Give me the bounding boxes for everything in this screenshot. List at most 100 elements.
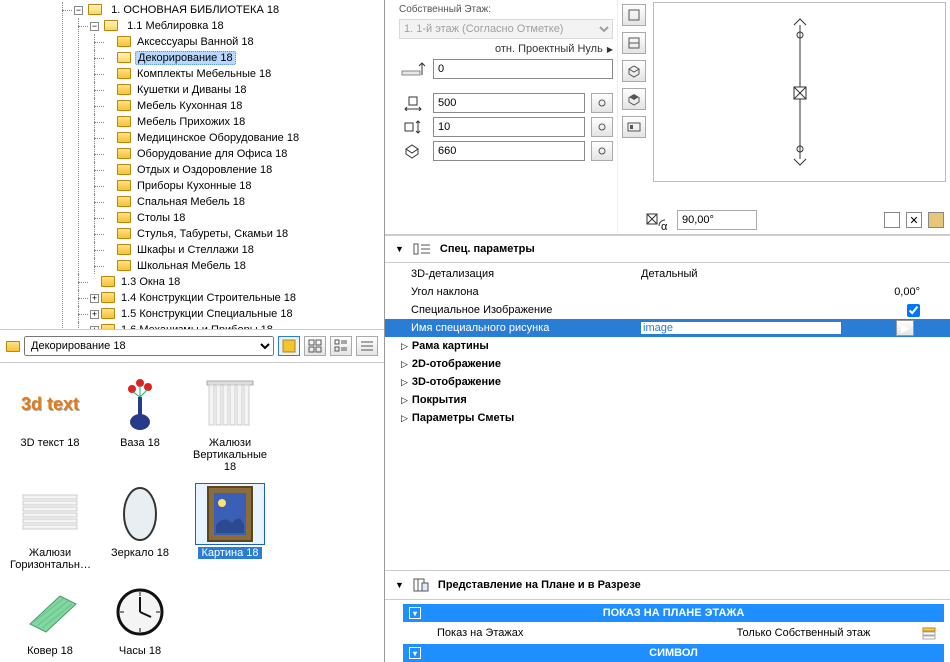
folder-icon [117, 68, 131, 79]
folder-icon [117, 164, 131, 175]
param-angle[interactable]: Угол наклона 0,00° [385, 283, 950, 301]
tree-root[interactable]: − 1. ОСНОВНАЯ БИБЛИОТЕКА 18 − 1.1 Меблир… [74, 2, 384, 330]
expander-3d[interactable]: ▷3D-отображение [385, 373, 950, 391]
view-list-button[interactable] [356, 336, 378, 356]
plan-header-symbol[interactable]: ▾ СИМВОЛ [403, 644, 944, 662]
tree-item[interactable]: +1.6 Механизмы и Приборы 18 [90, 322, 384, 330]
expander-frame[interactable]: ▷Рама картины [385, 337, 950, 355]
tree-item[interactable]: Отдых и Оздоровление 18 [106, 162, 384, 178]
dim-z-row [399, 59, 613, 79]
thumb-vase[interactable]: Ваза 18 [98, 371, 182, 475]
collapse-icon[interactable]: − [90, 22, 99, 31]
dim-w-input[interactable] [433, 93, 585, 113]
thumb-carpet[interactable]: Ковер 18 [8, 579, 92, 659]
dim-h-input[interactable] [433, 117, 585, 137]
collapse-icon[interactable]: − [74, 6, 83, 15]
collapse-icon[interactable]: ▾ [409, 607, 421, 619]
collapse-icon[interactable]: ▾ [409, 647, 421, 659]
link-dims-button[interactable] [591, 93, 613, 113]
svg-text:α: α [661, 221, 668, 230]
tree-item[interactable]: Аксессуары Ванной 18 [106, 34, 384, 50]
tree-meblirovka[interactable]: − 1.1 Меблировка 18 Аксессуары Ванной 18… [90, 18, 384, 274]
preview-shade-button[interactable] [622, 88, 646, 110]
tree-item[interactable]: Медицинское Оборудование 18 [106, 130, 384, 146]
chevron-right-icon: ▷ [401, 395, 408, 406]
plan-header-show[interactable]: ▾ ПОКАЗ НА ПЛАНЕ ЭТАЖА [403, 604, 944, 622]
tree-item[interactable]: Оборудование для Офиса 18 [106, 146, 384, 162]
thumb-blinds-v[interactable]: Жалюзи Вертикальные 18 [188, 371, 272, 475]
preview-render-button[interactable] [622, 116, 646, 138]
view-thumbnails-button[interactable] [278, 336, 300, 356]
expander-coverage[interactable]: ▷Покрытия [385, 391, 950, 409]
folder-icon [117, 196, 131, 207]
elevation-icon [399, 61, 427, 77]
opt-box-2[interactable]: ✕ [906, 212, 922, 228]
special-image-checkbox[interactable] [907, 304, 920, 317]
tree-item[interactable]: Мебель Прихожих 18 [106, 114, 384, 130]
thumb-blinds-h[interactable]: Жалюзи Горизонтальн… [8, 481, 92, 573]
tree-item[interactable]: +1.5 Конструкции Специальные 18 [90, 306, 384, 322]
tree-item[interactable]: 1.3 Окна 18 [90, 274, 384, 290]
param-special-image[interactable]: Специальное Изображение [385, 301, 950, 319]
preview-front-button[interactable] [622, 32, 646, 54]
tree-item-decor[interactable]: Декорирование 18 [106, 50, 384, 66]
dim-z-input[interactable] [433, 59, 613, 79]
browse-button[interactable]: ▶ [896, 320, 914, 336]
expand-icon[interactable]: + [90, 294, 99, 303]
thumb-label: Ваза 18 [120, 437, 160, 449]
link-dims-button[interactable] [591, 141, 613, 161]
plan-icon [412, 577, 430, 593]
top-geometry-pane: Собственный Этаж: 1. 1-й этаж (Согласно … [385, 0, 950, 235]
view-medium-button[interactable] [304, 336, 326, 356]
param-3d-detail[interactable]: 3D-детализация Детальный [385, 265, 950, 283]
thumb-preview [195, 483, 265, 545]
section-plan[interactable]: ▼ Представление на Плане и в Разрезе [385, 570, 950, 600]
view-detail-button[interactable] [330, 336, 352, 356]
section-spec-params[interactable]: ▼ Спец. параметры [385, 235, 950, 263]
reference-row: отн. Проектный Нуль ▶ [399, 43, 613, 55]
preview-3d-button[interactable] [622, 60, 646, 82]
thumb-clock[interactable]: Часы 18 [98, 579, 182, 659]
tree-item[interactable]: Шкафы и Стеллажи 18 [106, 242, 384, 258]
tree-item[interactable]: Стулья, Табуреты, Скамьи 18 [106, 226, 384, 242]
folder-icon [117, 148, 131, 159]
folder-icon [117, 100, 131, 111]
depth-icon [399, 143, 427, 159]
thumb-painting[interactable]: Картина 18 [188, 481, 272, 573]
tree-item[interactable]: Мебель Кухонная 18 [106, 98, 384, 114]
tree-item[interactable]: Спальная Мебель 18 [106, 194, 384, 210]
tree-item[interactable]: Школьная Мебель 18 [106, 258, 384, 274]
tree-item[interactable]: +1.4 Конструкции Строительные 18 [90, 290, 384, 306]
expander-estimate[interactable]: ▷Параметры Сметы [385, 409, 950, 427]
thumb-3dtext[interactable]: 3d text 3D текст 18 [8, 371, 92, 475]
link-dims-button[interactable] [591, 117, 613, 137]
preview-drawing [780, 17, 820, 167]
plan-show-row[interactable]: Показ на Этажах Только Собственный этаж [403, 622, 944, 644]
thumb-label: Зеркало 18 [111, 547, 169, 559]
thumb-preview [105, 581, 175, 643]
dim-d-input[interactable] [433, 141, 585, 161]
tree-item[interactable]: Комплекты Мебельные 18 [106, 66, 384, 82]
thumb-label: Ковер 18 [27, 645, 73, 657]
breadcrumb-select[interactable]: Декорирование 18 [24, 336, 274, 356]
preview-top-button[interactable] [622, 4, 646, 26]
story-icon[interactable] [920, 625, 944, 641]
tree-item[interactable]: Приборы Кухонные 18 [106, 178, 384, 194]
opt-box-3[interactable] [928, 212, 944, 228]
angle-input[interactable] [677, 210, 757, 230]
param-image-name[interactable]: Имя специального рисунка image ▶ [385, 319, 950, 337]
opt-box-1[interactable] [884, 212, 900, 228]
expand-icon[interactable]: + [90, 310, 99, 319]
tree-item[interactable]: Столы 18 [106, 210, 384, 226]
tree-root-label: 1. ОСНОВНАЯ БИБЛИОТЕКА 18 [109, 4, 281, 16]
own-floor-select[interactable]: 1. 1-й этаж (Согласно Отметке) [399, 19, 613, 39]
thumb-preview [105, 483, 175, 545]
folder-icon [117, 84, 131, 95]
thumb-mirror[interactable]: Зеркало 18 [98, 481, 182, 573]
thumb-preview [195, 373, 265, 435]
tree-item[interactable]: Кушетки и Диваны 18 [106, 82, 384, 98]
folder-icon [104, 20, 118, 31]
folder-icon [117, 180, 131, 191]
tree-meb-label: 1.1 Меблировка 18 [125, 20, 226, 32]
expander-2d[interactable]: ▷2D-отображение [385, 355, 950, 373]
